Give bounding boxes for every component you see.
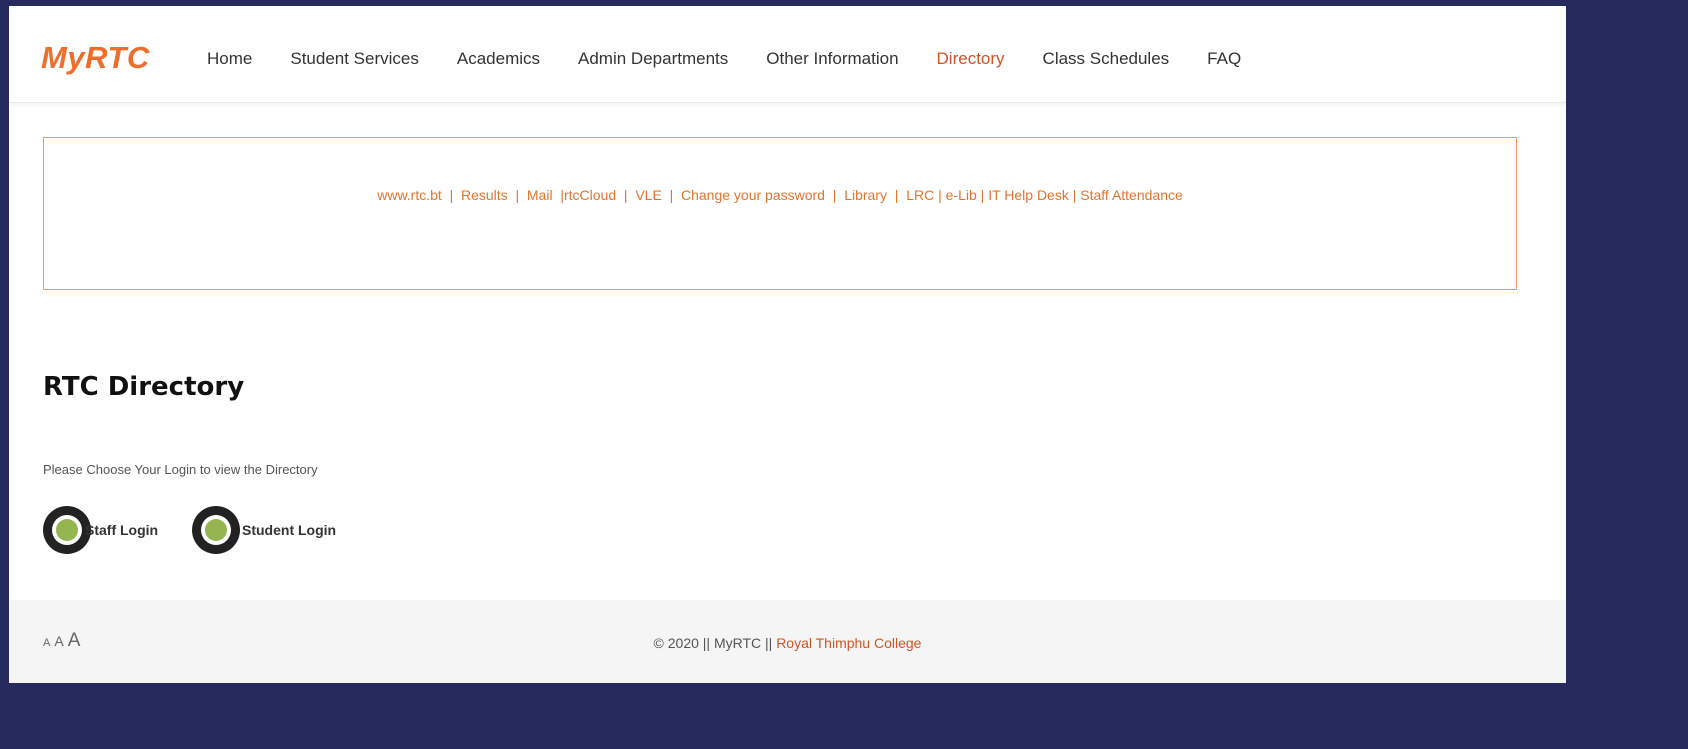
staff-login-button[interactable]: Staff Login <box>43 506 158 554</box>
quicklinks-panel: www.rtc.bt | Results | Mail |rtcCloud | … <box>43 137 1517 290</box>
link-staff-attendance[interactable]: Staff Attendance <box>1080 187 1183 203</box>
site-header: MyRTC Home Student Services Academics Ad… <box>9 6 1566 103</box>
copyright-text: © 2020 || MyRTC || <box>653 635 777 651</box>
link-vle[interactable]: VLE <box>635 187 661 203</box>
nav-item-academics[interactable]: Academics <box>457 49 540 69</box>
staff-login-label: Staff Login <box>85 522 159 538</box>
student-login-button[interactable]: Student Login <box>192 506 336 554</box>
nav-item-home[interactable]: Home <box>207 49 252 69</box>
link-separator: | <box>1068 187 1081 203</box>
nav-item-other-information[interactable]: Other Information <box>766 49 898 69</box>
link-separator: | <box>661 187 681 203</box>
link-separator: | <box>976 187 989 203</box>
link-separator: | <box>507 187 527 203</box>
student-login-label: Student Login <box>242 522 337 538</box>
link-separator: | <box>552 187 564 203</box>
link-change-password[interactable]: Change your password <box>681 187 825 203</box>
link-elib[interactable]: e-Lib <box>946 187 977 203</box>
nav-item-class-schedules[interactable]: Class Schedules <box>1043 49 1170 69</box>
link-rtccloud[interactable]: rtcCloud <box>564 187 616 203</box>
college-link[interactable]: Royal Thimphu College <box>776 635 921 651</box>
nav-item-student-services[interactable]: Student Services <box>290 49 419 69</box>
link-library[interactable]: Library <box>844 187 887 203</box>
radio-circle-icon <box>192 506 240 554</box>
link-it-help-desk[interactable]: IT Help Desk <box>988 187 1069 203</box>
link-results[interactable]: Results <box>461 187 508 203</box>
link-rtc-website[interactable]: www.rtc.bt <box>377 187 442 203</box>
copyright: © 2020 || MyRTC || Royal Thimphu College <box>9 635 1566 651</box>
link-mail[interactable]: Mail <box>527 187 553 203</box>
nav-item-faq[interactable]: FAQ <box>1207 49 1241 69</box>
link-separator: | <box>616 187 636 203</box>
quicklinks-bar: www.rtc.bt | Results | Mail |rtcCloud | … <box>44 187 1516 203</box>
link-lrc[interactable]: LRC <box>906 187 934 203</box>
main-nav: Home Student Services Academics Admin De… <box>207 49 1279 69</box>
link-separator: | <box>824 187 845 203</box>
site-footer: A A A © 2020 || MyRTC || Royal Thimphu C… <box>9 600 1566 683</box>
radio-circle-icon <box>43 506 91 554</box>
nav-item-admin-departments[interactable]: Admin Departments <box>578 49 728 69</box>
page-title: RTC Directory <box>43 372 245 402</box>
link-separator: | <box>886 187 907 203</box>
link-separator: | <box>441 187 461 203</box>
nav-item-directory[interactable]: Directory <box>937 49 1005 69</box>
site-logo[interactable]: MyRTC <box>41 40 150 76</box>
link-separator: | <box>934 187 946 203</box>
browser-page: MyRTC Home Student Services Academics Ad… <box>9 6 1566 683</box>
login-instructions: Please Choose Your Login to view the Dir… <box>43 462 318 477</box>
